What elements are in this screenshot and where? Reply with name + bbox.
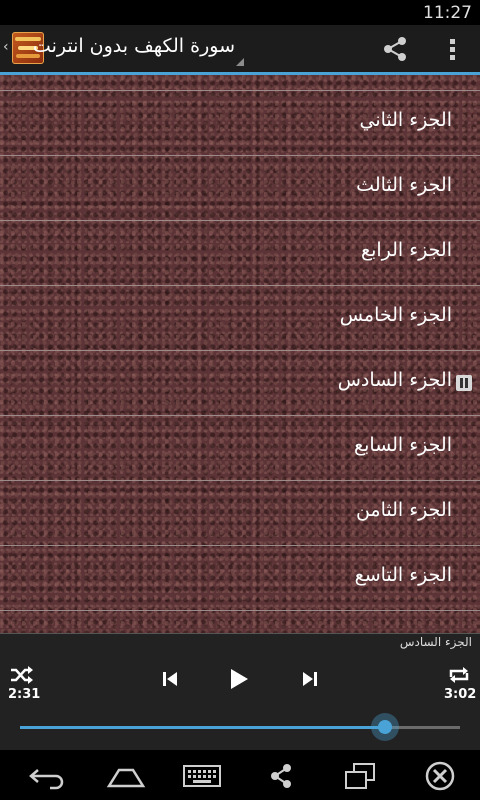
list-item-partial[interactable] [0,75,480,91]
up-caret-icon[interactable]: ‹ [3,39,9,55]
media-player: الجزء السادس 2:31 3:02 [0,633,480,750]
play-icon[interactable] [229,668,249,690]
share-icon[interactable] [381,35,409,63]
list-item-label: الجزء السابع [354,434,452,456]
action-bar: ‹ سورة الكهف بدون انترنت [0,25,480,75]
track-list[interactable]: الجزء الثاني الجزء الثالث الجزء الرابع ا… [0,75,480,633]
list-item-label: الجزء الثامن [355,499,452,521]
status-time: 11:27 [423,3,472,23]
list-item[interactable]: الجزء الثامن [0,481,480,546]
list-item-label: الجزء الثاني [359,109,452,131]
seek-bar-progress [20,726,386,729]
list-item[interactable]: الجزء التاسع [0,546,480,611]
list-item-label: الجزء السادس [337,369,452,391]
overflow-menu-icon[interactable] [440,35,464,63]
list-item-label: الجزء التاسع [354,564,452,586]
list-item-label: الجزء الثالث [356,174,452,196]
player-divider [0,633,480,634]
list-item[interactable]: الجزء الثالث [0,156,480,221]
navigation-bar [0,750,480,800]
duration-time: 3:02 [444,687,477,702]
list-item-playing[interactable]: الجزء السادس [0,351,480,416]
list-item[interactable]: الجزء الخامس [0,286,480,351]
now-playing-title: الجزء السادس [399,635,472,649]
list-item[interactable]: الجزء السابع [0,416,480,481]
close-icon[interactable] [420,760,460,792]
status-bar: 11:27 [0,0,480,25]
list-item[interactable]: الجزء الرابع [0,221,480,286]
shuffle-icon[interactable] [9,665,33,685]
elapsed-time: 2:31 [8,687,41,702]
list-item-label: الجزء الرابع [360,239,452,261]
next-icon[interactable] [302,670,318,688]
list-item-label: الجزء الخامس [339,304,452,326]
home-icon[interactable] [106,760,146,792]
previous-icon[interactable] [162,670,178,688]
seek-bar-thumb[interactable] [371,713,400,741]
recent-apps-icon[interactable] [340,760,380,792]
list-item[interactable]: الجزء الثاني [0,91,480,156]
app-title[interactable]: سورة الكهف بدون انترنت [33,35,235,57]
pause-icon [456,375,472,391]
seek-bar[interactable] [20,713,460,741]
spinner-indicator-icon [236,58,244,66]
back-icon[interactable] [26,760,66,792]
repeat-icon[interactable] [447,665,471,685]
share-icon[interactable] [262,760,302,792]
keyboard-icon[interactable] [182,760,222,792]
